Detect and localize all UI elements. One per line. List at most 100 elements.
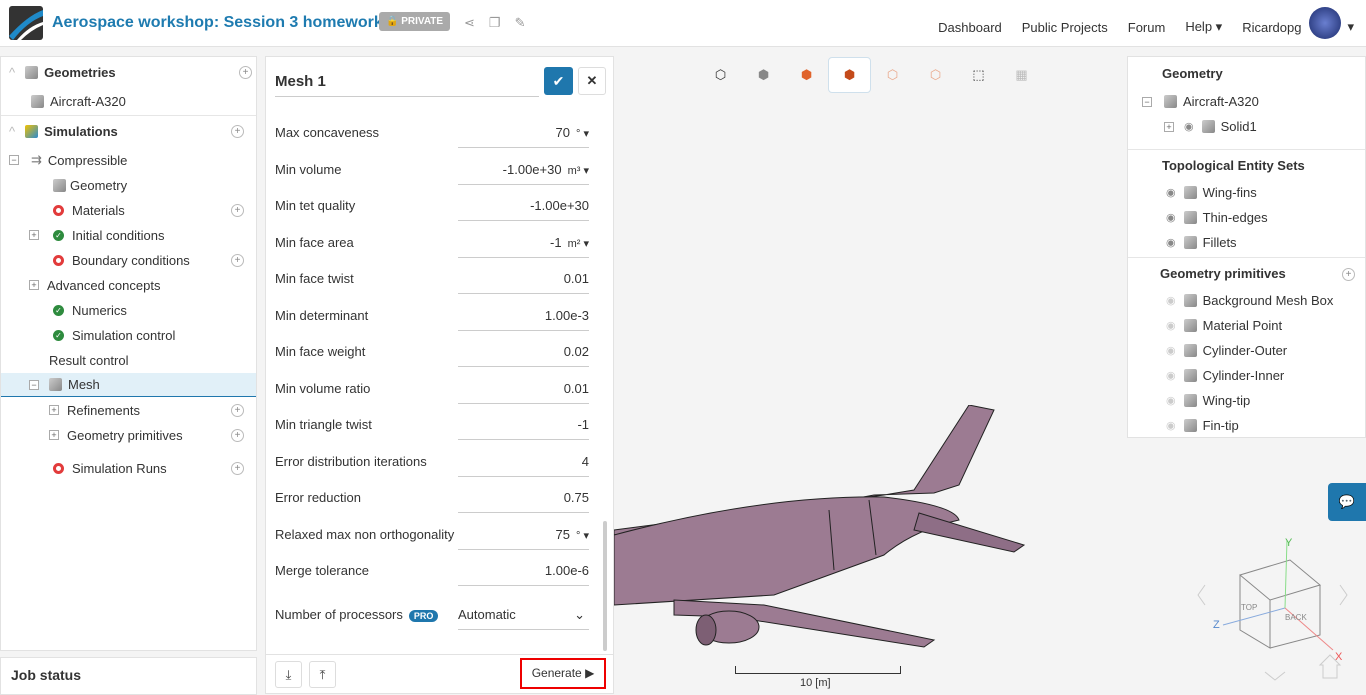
topo-set-item[interactable]: ◉ Thin-edges [1166,210,1268,225]
eye-icon[interactable]: ◉ [1166,394,1176,407]
unit-select[interactable]: ° ▾ [576,530,589,542]
chevron-down-icon[interactable]: ▾ [1347,19,1354,35]
solid-cube-icon[interactable]: ⬢ [742,57,785,93]
add-icon[interactable]: + [231,124,244,138]
property-label: Max concaveness [275,125,380,140]
download-button[interactable]: ⤓ [275,661,302,688]
solid-item[interactable]: + ◉ Solid1 [1164,119,1257,134]
primitive-item[interactable]: ◉ Background Mesh Box [1166,293,1333,308]
property-input[interactable]: 70 ° ▾ [458,115,589,148]
geometry-ok-icon [53,178,66,192]
property-input[interactable]: 0.01 [458,371,589,404]
wireframe-cube-icon[interactable]: ⬡ [699,57,742,93]
add-icon[interactable]: + [231,461,244,475]
geometry-header[interactable]: Geometry [1162,66,1223,81]
topo-set-item[interactable]: ◉ Wing-fins [1166,185,1257,200]
avatar[interactable] [1309,7,1342,39]
confirm-button[interactable]: ✔ [544,67,573,95]
unit: m² [567,237,581,250]
tree-advanced-concepts[interactable]: + Advanced concepts [29,273,284,297]
nav-public-projects[interactable]: Public Projects [1022,20,1108,35]
eye-icon[interactable]: ◉ [1166,211,1176,224]
primitive-item[interactable]: ◉ Cylinder-Outer [1166,343,1287,358]
aircraft-model[interactable] [614,405,1054,665]
property-label: Merge tolerance [275,563,369,578]
close-button[interactable]: ✕ [578,67,606,95]
nav-forum[interactable]: Forum [1128,20,1166,35]
add-icon[interactable]: + [231,203,244,217]
primitive-item[interactable]: ◉ Cylinder-Inner [1166,368,1284,383]
eye-icon[interactable]: ◉ [1166,319,1176,332]
property-input[interactable]: 4 [458,444,589,477]
topo-set-item[interactable]: ◉ Fillets [1166,235,1237,250]
property-input[interactable]: 75 ° ▾ [458,517,589,550]
eye-icon[interactable]: ◉ [1166,344,1176,357]
edit-icon[interactable]: ✎ [515,15,540,30]
tree-initial-conditions[interactable]: + ✓ Initial conditions [29,223,284,247]
eye-icon[interactable]: ◉ [1166,419,1176,432]
chat-button[interactable]: 💬 [1328,483,1366,521]
eye-icon[interactable]: ◉ [1166,236,1176,249]
project-title[interactable]: Aerospace workshop: Session 3 homework [52,14,383,32]
upload-button[interactable]: ⤒ [309,661,336,688]
add-icon[interactable]: + [231,428,244,442]
user-name[interactable]: Ricardopg [1242,20,1301,35]
primitive-item[interactable]: ◉ Fin-tip [1166,418,1239,433]
add-icon[interactable]: + [1342,267,1355,281]
label: Simulation Runs [72,460,167,476]
property-input[interactable]: 0.75 [458,480,589,513]
label: Material Point [1202,318,1283,333]
property-input[interactable]: 0.01 [458,261,589,294]
node-select-icon[interactable]: ⬡ [914,57,957,93]
tree-geometry-item[interactable]: Aircraft-A320 [31,89,286,113]
primitive-item[interactable]: ◉ Wing-tip [1166,393,1250,408]
edge-select-icon[interactable]: ⬡ [871,57,914,93]
view-cube[interactable]: TOP BACK X Y Z [1195,530,1355,690]
face-select-icon[interactable]: ⬢ [785,57,828,93]
eye-icon[interactable]: ◉ [1166,369,1176,382]
topo-header[interactable]: Topological Entity Sets [1162,158,1305,173]
mesh-name-input[interactable]: Mesh 1 [275,67,539,97]
tree-simulations[interactable]: ^ Simulations + [9,119,264,143]
share-icon[interactable]: ⋖ [464,15,489,30]
eye-icon[interactable]: ◉ [1184,120,1194,133]
property-input[interactable]: 0.02 [458,334,589,367]
volume-select-icon[interactable]: ⬢ [828,57,871,93]
primitive-item[interactable]: ◉ Material Point [1166,318,1282,333]
property-input[interactable]: -1.00e+30 [458,188,589,221]
add-icon[interactable]: + [231,253,244,267]
box-select-icon[interactable]: ⬚ [957,57,1000,93]
nav-dashboard[interactable]: Dashboard [938,20,1002,35]
property-input[interactable]: 1.00e-3 [458,298,589,331]
unit-select[interactable]: m² ▾ [568,238,589,250]
tree-geometries[interactable]: ^ Geometries + [9,60,264,84]
copy-icon[interactable]: ❐ [489,15,515,30]
property-input[interactable]: 1.00e-6 [458,553,589,586]
label: Result control [49,352,129,368]
property-value: 4 [581,453,589,469]
unit-select[interactable]: m³ ▾ [568,165,589,177]
simscale-logo[interactable] [9,6,43,40]
add-icon[interactable]: + [239,65,252,79]
mesh-property: Merge tolerance 1.00e-6 [275,553,591,589]
hidden-parts-icon[interactable]: ▦ [1000,57,1043,93]
property-input[interactable]: -1 [458,407,589,440]
scrollbar[interactable] [603,521,607,651]
simulation-tree: ^ Geometries + Aircraft-A320 ^ Simulations +… [0,56,257,651]
property-input[interactable]: -1 m² ▾ [458,225,589,258]
property-input[interactable]: -1.00e+30 m³ ▾ [458,152,589,185]
nav-help[interactable]: Help ▾ [1185,19,1222,35]
geometry-item[interactable]: − Aircraft-A320 [1142,94,1259,109]
unit-select[interactable]: ° ▾ [576,128,589,140]
processors-select[interactable]: Automatic ⌄ [458,597,589,630]
geometry-panel: Geometry − Aircraft-A320 + ◉ Solid1 Topolog… [1127,56,1366,438]
add-icon[interactable]: + [231,403,244,417]
generate-button[interactable]: Generate ▶ [520,658,606,689]
eye-icon[interactable]: ◉ [1166,186,1176,199]
mesh-property: Error reduction 0.75 [275,480,591,516]
tree-compressible[interactable]: − ⇉ Compressible [9,148,264,172]
job-status-panel[interactable]: Job status [0,657,257,695]
eye-icon[interactable]: ◉ [1166,294,1176,307]
label: Aircraft-A320 [50,93,126,109]
tree-mesh[interactable]: − Mesh [1,373,256,397]
